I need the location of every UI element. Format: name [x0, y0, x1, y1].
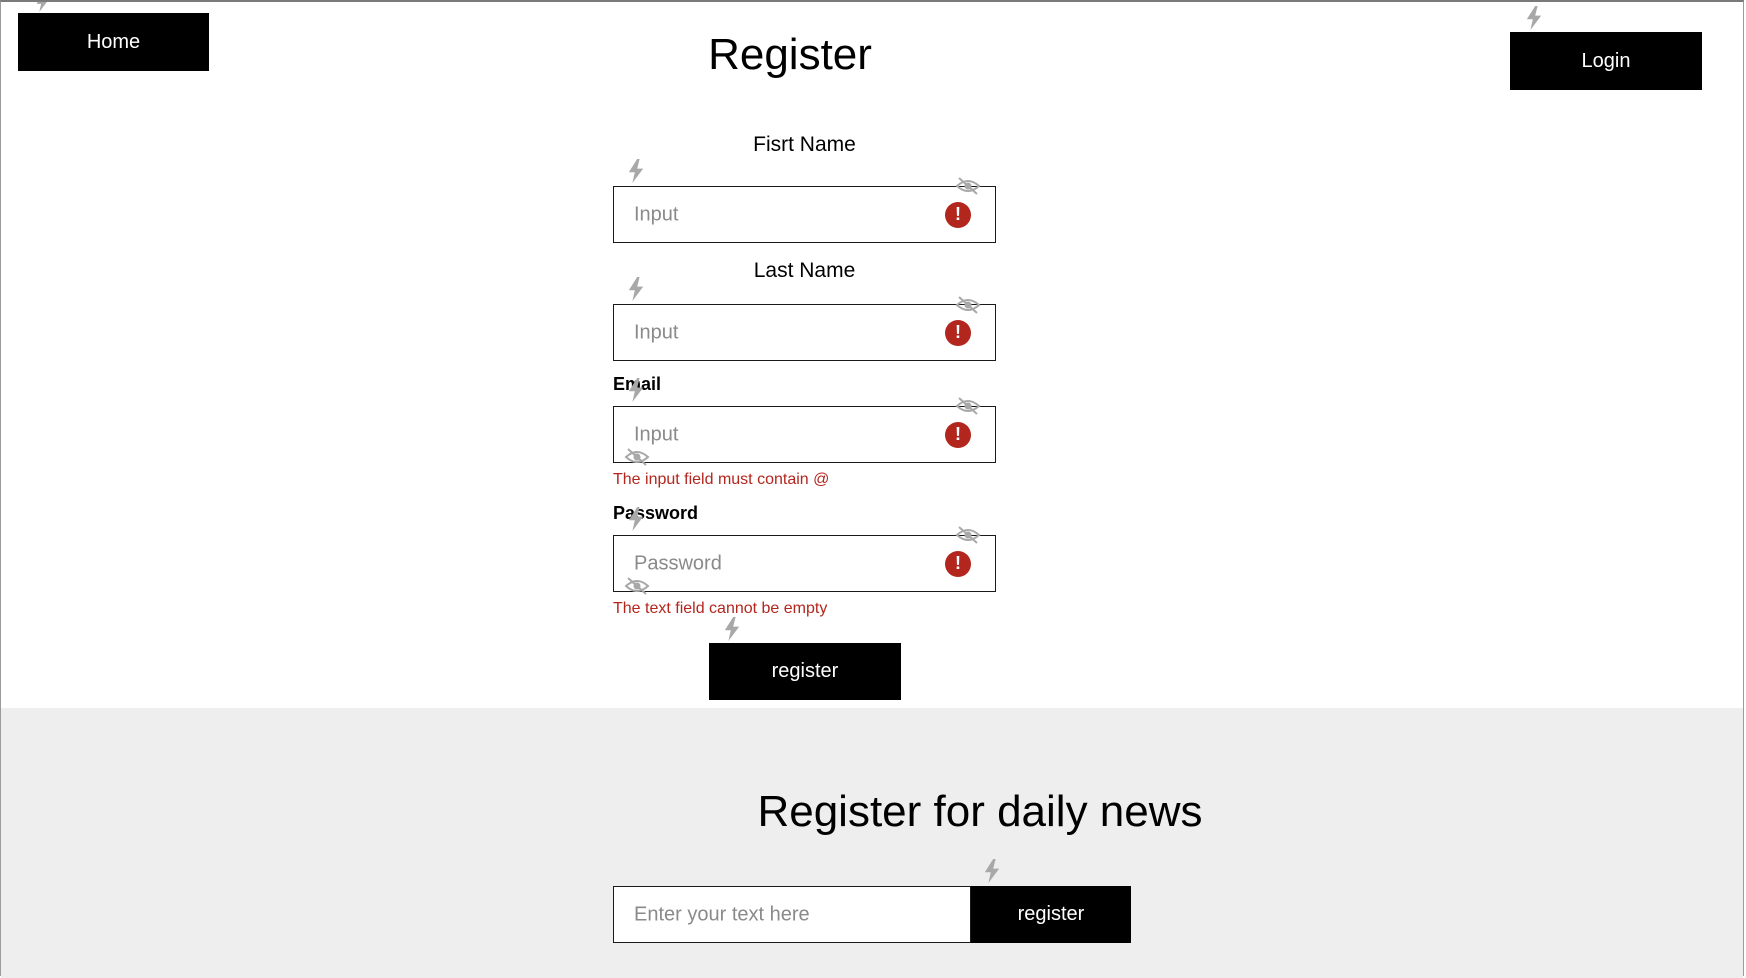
newsletter-title: Register for daily news — [757, 787, 1203, 836]
lightning-icon — [1525, 6, 1543, 30]
page-title: Register — [708, 30, 872, 79]
newsletter-section: Register for daily news Enter your text … — [1, 708, 1743, 978]
email-placeholder: Input — [634, 423, 679, 445]
email-error-message: The input field must contain @ — [613, 471, 830, 488]
first-name-input[interactable]: Input ! — [613, 186, 996, 243]
eye-off-icon — [955, 525, 981, 545]
register-button-label: register — [771, 660, 839, 682]
eye-off-icon — [955, 295, 981, 315]
error-icon: ! — [945, 201, 971, 228]
register-button[interactable]: register — [709, 643, 901, 700]
lightning-icon — [627, 507, 645, 531]
last-name-label: Last Name — [753, 259, 856, 282]
error-icon: ! — [945, 319, 971, 346]
lightning-icon — [35, 0, 49, 12]
error-icon: ! — [945, 550, 971, 577]
eye-off-icon — [624, 447, 650, 467]
newsletter-input[interactable]: Enter your text here — [613, 886, 971, 943]
password-input[interactable]: Password ! — [613, 535, 996, 592]
lightning-icon — [627, 378, 645, 402]
first-name-label: Fisrt Name — [753, 133, 856, 156]
lightning-icon — [983, 859, 1001, 883]
lightning-icon — [627, 159, 645, 183]
last-name-placeholder: Input — [634, 321, 679, 343]
newsletter-register-label: register — [1017, 903, 1085, 925]
newsletter-placeholder: Enter your text here — [634, 903, 810, 925]
eye-off-icon — [624, 576, 650, 596]
password-error-message: The text field cannot be empty — [613, 600, 828, 617]
eye-off-icon — [955, 396, 981, 416]
first-name-placeholder: Input — [634, 203, 679, 225]
error-icon: ! — [945, 421, 971, 448]
lightning-icon — [723, 617, 741, 641]
password-label: Password — [613, 503, 699, 523]
lightning-icon — [627, 277, 645, 301]
password-placeholder: Password — [634, 552, 722, 574]
email-input[interactable]: Input ! — [613, 406, 996, 463]
last-name-input[interactable]: Input ! — [613, 304, 996, 361]
eye-off-icon — [955, 176, 981, 196]
newsletter-register-button[interactable]: register — [971, 886, 1131, 943]
